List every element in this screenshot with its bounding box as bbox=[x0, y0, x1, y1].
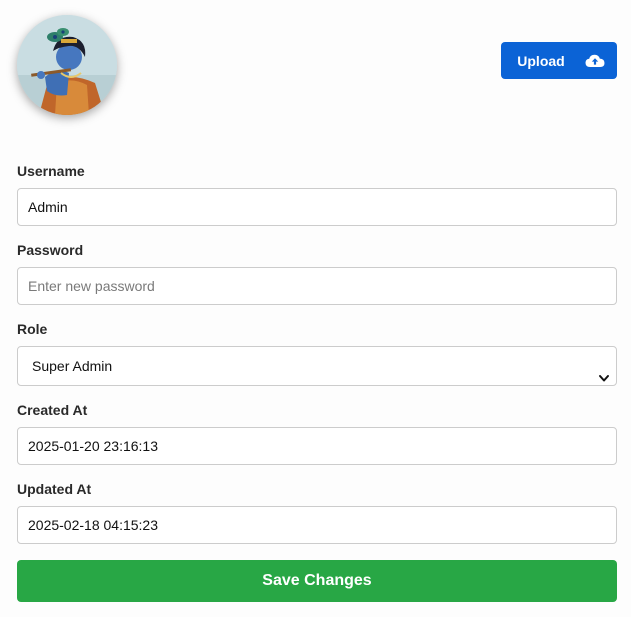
role-selected-value: Super Admin bbox=[32, 358, 113, 374]
profile-form: Username Password Role Super Admin Creat… bbox=[17, 163, 617, 602]
password-input[interactable] bbox=[17, 267, 617, 305]
username-label: Username bbox=[17, 163, 85, 179]
save-changes-button[interactable]: Save Changes bbox=[17, 560, 617, 602]
username-input[interactable] bbox=[17, 188, 617, 226]
cloud-upload-icon bbox=[585, 54, 605, 68]
profile-header: Upload bbox=[17, 15, 617, 115]
upload-button-label: Upload bbox=[517, 52, 565, 69]
avatar-image bbox=[17, 15, 117, 115]
created-at-label: Created At bbox=[17, 402, 88, 418]
upload-button[interactable]: Upload bbox=[501, 42, 617, 79]
password-label: Password bbox=[17, 242, 84, 258]
role-label: Role bbox=[17, 321, 48, 337]
updated-at-input[interactable] bbox=[17, 506, 617, 544]
updated-at-label: Updated At bbox=[17, 481, 92, 497]
avatar bbox=[17, 15, 117, 115]
profile-card: Upload Username Password Role Super Admi… bbox=[0, 0, 631, 617]
created-at-input[interactable] bbox=[17, 427, 617, 465]
role-select-wrapper: Super Admin bbox=[17, 346, 617, 386]
role-select[interactable]: Super Admin bbox=[17, 346, 617, 386]
chevron-down-icon bbox=[598, 360, 610, 382]
